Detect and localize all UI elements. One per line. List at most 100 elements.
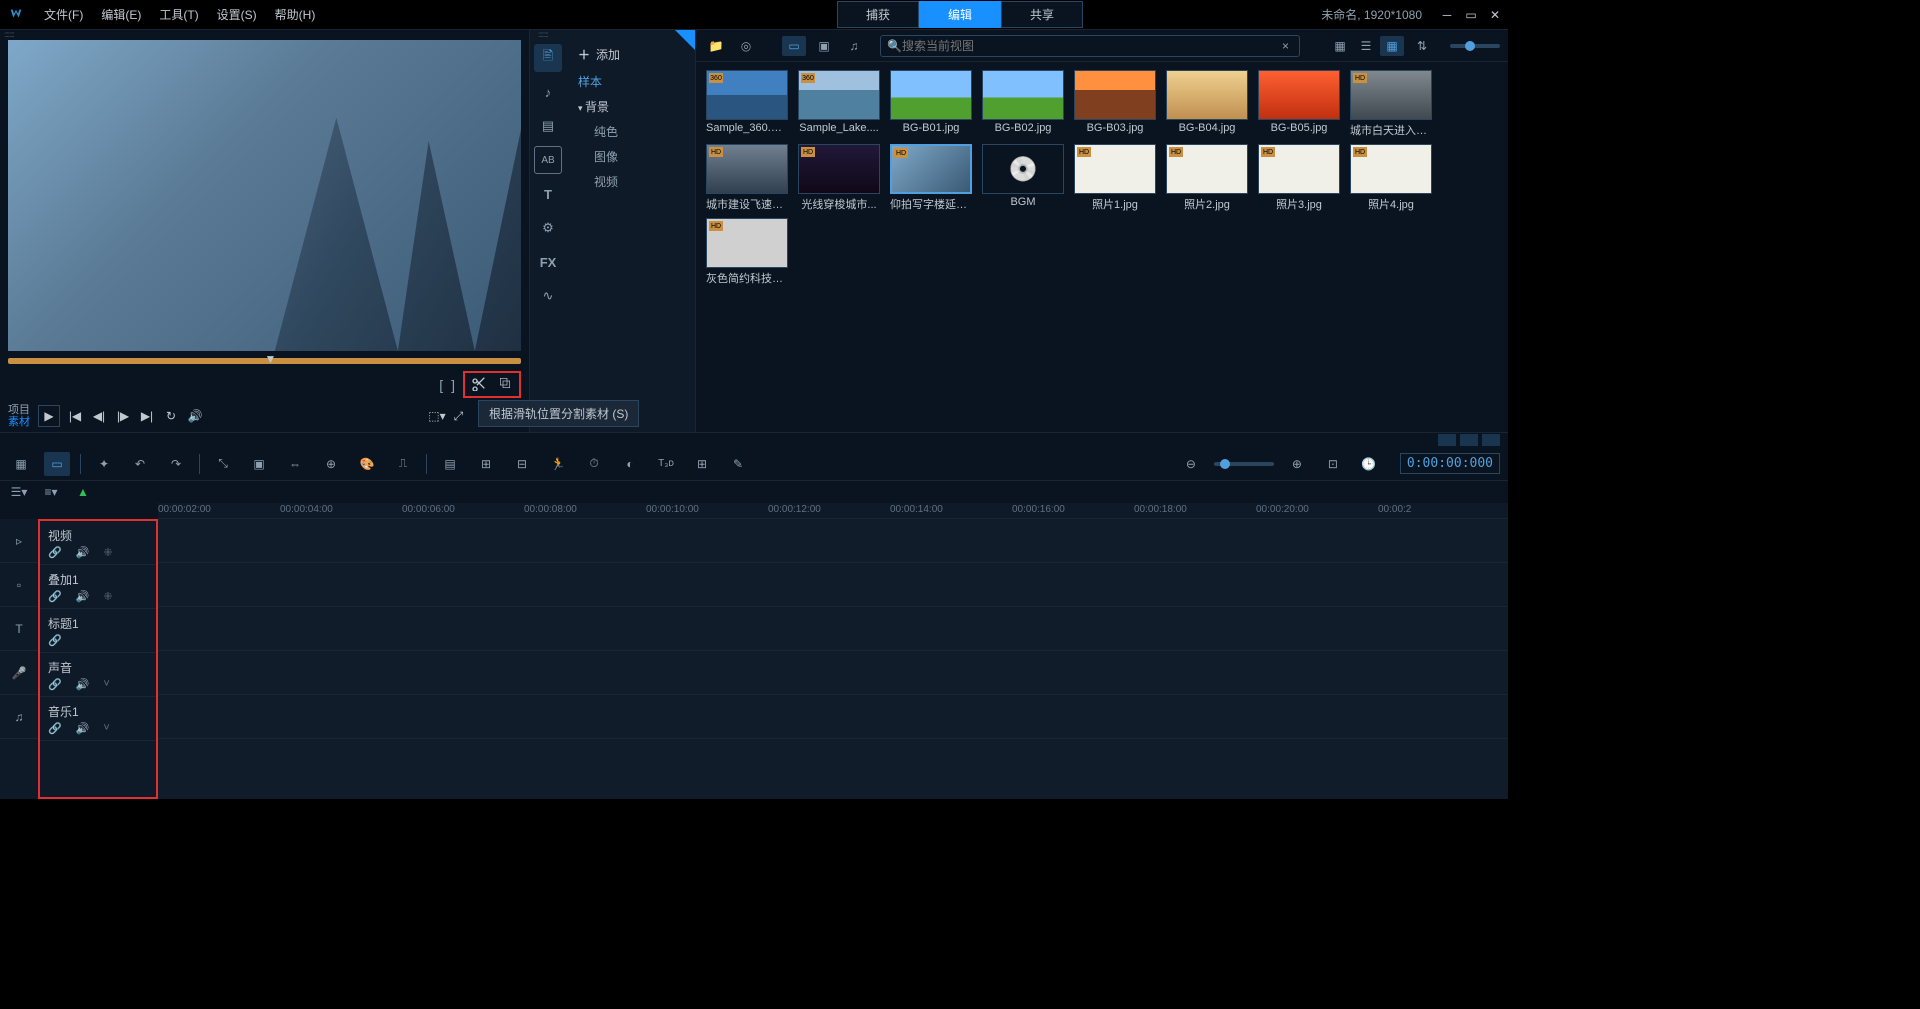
category-media-icon[interactable]: 🖹	[534, 44, 562, 72]
library-thumb[interactable]: 360Sample_360.m...	[704, 70, 790, 138]
scrub-bar[interactable]: ▼	[0, 353, 529, 369]
library-thumb[interactable]: HD光线穿梭城市...	[796, 144, 882, 212]
speed-button[interactable]: ⏱	[581, 452, 607, 476]
pan-zoom-button[interactable]: ⊕	[318, 452, 344, 476]
filter-audio-icon[interactable]: ♫	[842, 36, 866, 56]
copy-attributes-button[interactable]	[497, 375, 513, 394]
record-button[interactable]: ◎	[734, 36, 758, 56]
track-link-icon[interactable]: 🔗	[48, 590, 62, 603]
tree-subitem[interactable]: 纯色	[566, 119, 695, 144]
play-button[interactable]: ▶	[38, 405, 60, 427]
track-expand-icon[interactable]: ˅	[103, 722, 109, 735]
tree-subitem[interactable]: 视频	[566, 169, 695, 194]
track-header[interactable]: 视频🔗🔊⁜	[40, 521, 156, 565]
maximize-button[interactable]: ▭	[1462, 6, 1480, 24]
library-thumb[interactable]: 360Sample_Lake....	[796, 70, 882, 138]
track-mute-icon[interactable]: 🔊	[76, 590, 90, 603]
track-expand-icon[interactable]: ˅	[103, 678, 109, 691]
track-header[interactable]: 声音🔗🔊˅	[40, 653, 156, 697]
category-path-icon[interactable]: ∿	[534, 282, 562, 310]
track-options-button[interactable]: ≡▾	[40, 483, 62, 501]
fit-button[interactable]: ⊡	[1320, 452, 1346, 476]
timer-icon[interactable]: 🕒	[1356, 452, 1382, 476]
track-fx-icon[interactable]: ⁜	[103, 590, 112, 603]
slip-button[interactable]: ⇔	[282, 452, 308, 476]
tree-item[interactable]: 样本	[566, 69, 695, 94]
track-mute-icon[interactable]: 🔊	[76, 546, 90, 559]
next-frame-button[interactable]: |▶	[114, 407, 132, 425]
motion-button[interactable]: 🏃	[545, 452, 571, 476]
track-add-button[interactable]: ▲	[72, 483, 94, 501]
category-text-icon[interactable]: T	[534, 180, 562, 208]
tree-item[interactable]: 背景	[566, 94, 695, 119]
library-thumb[interactable]: HD城市建设飞速崛...	[704, 144, 790, 212]
loop-button[interactable]: ↻	[162, 407, 180, 425]
crop-button[interactable]: ▣	[246, 452, 272, 476]
filter-all-icon[interactable]: ▭	[782, 36, 806, 56]
tracks-canvas[interactable]	[158, 519, 1508, 799]
search-input[interactable]	[902, 39, 1278, 53]
zoom-in-button[interactable]: ⊕	[1284, 452, 1310, 476]
library-thumb[interactable]: HD城市白天进入夜...	[1348, 70, 1434, 138]
category-audio-icon[interactable]: ♪	[534, 78, 562, 106]
undo-button[interactable]: ↶	[127, 452, 153, 476]
playback-mode[interactable]: 项目 素材	[8, 404, 30, 428]
timeline-timecode[interactable]: 0:00:00:000	[1400, 453, 1500, 474]
mark-in-button[interactable]: [	[439, 377, 443, 393]
storyboard-view-button[interactable]: ▦	[8, 452, 34, 476]
panel-layout-button[interactable]	[1438, 434, 1456, 446]
library-thumb[interactable]: HD照片1.jpg	[1072, 144, 1158, 212]
panel-grip[interactable]: ::::::::	[534, 30, 548, 38]
zoom-out-button[interactable]: ⊖	[1178, 452, 1204, 476]
track-type-icon[interactable]: ♫	[0, 695, 38, 739]
track-row[interactable]	[158, 563, 1508, 607]
audio-mixer-button[interactable]: ⎍	[390, 452, 416, 476]
library-thumb[interactable]: HD照片2.jpg	[1164, 144, 1250, 212]
panel-layout-button[interactable]	[1460, 434, 1478, 446]
library-thumb[interactable]: BG-B04.jpg	[1164, 70, 1250, 138]
fullscreen-button[interactable]: ⤢	[454, 409, 464, 424]
go-end-button[interactable]: ▶|	[138, 407, 156, 425]
tree-subitem[interactable]: 图像	[566, 144, 695, 169]
track-header[interactable]: 音乐1🔗🔊˅	[40, 697, 156, 741]
track-header[interactable]: 标题1🔗	[40, 609, 156, 653]
paint-button[interactable]: ✎	[725, 452, 751, 476]
category-fx-icon[interactable]: FX	[534, 248, 562, 276]
thumb-size-slider[interactable]	[1450, 44, 1500, 48]
track-type-icon[interactable]: T	[0, 607, 38, 651]
library-thumb[interactable]: HD仰拍写字楼延时...	[888, 144, 974, 212]
view-grid-icon[interactable]: ▦	[1380, 36, 1404, 56]
panel-grip[interactable]: ::::::::	[0, 30, 529, 38]
workspace-tab[interactable]: 编辑	[919, 1, 1001, 28]
track-link-icon[interactable]: 🔗	[48, 634, 62, 647]
menu-item[interactable]: 文件(F)	[36, 2, 91, 27]
timeline-view-button[interactable]: ▭	[44, 452, 70, 476]
ripple-button[interactable]: ⤡	[210, 452, 236, 476]
view-list-icon[interactable]: ☰	[1354, 36, 1378, 56]
split-screen-button[interactable]: ⊞	[689, 452, 715, 476]
category-settings-icon[interactable]: ⚙	[534, 214, 562, 242]
track-fx-icon[interactable]: ⁜	[103, 546, 112, 559]
search-box[interactable]: 🔍 ×	[880, 35, 1300, 57]
close-button[interactable]: ✕	[1486, 6, 1504, 24]
go-start-button[interactable]: |◀	[66, 407, 84, 425]
menu-item[interactable]: 帮助(H)	[267, 2, 324, 27]
track-link-icon[interactable]: 🔗	[48, 546, 62, 559]
tools-button[interactable]: ✦	[91, 452, 117, 476]
redo-button[interactable]: ↷	[163, 452, 189, 476]
track-row[interactable]	[158, 695, 1508, 739]
menu-item[interactable]: 工具(T)	[151, 2, 206, 27]
volume-button[interactable]: 🔊	[186, 407, 204, 425]
minimize-button[interactable]: ─	[1438, 6, 1456, 24]
filter-photo-icon[interactable]: ▣	[812, 36, 836, 56]
mark-out-button[interactable]: ]	[451, 377, 455, 393]
library-thumb[interactable]: HD灰色简约科技背...	[704, 218, 790, 286]
add-folder-button[interactable]: ＋添加	[566, 40, 695, 69]
preview-viewport[interactable]	[8, 40, 521, 351]
track-link-icon[interactable]: 🔗	[48, 722, 62, 735]
menu-item[interactable]: 设置(S)	[209, 2, 265, 27]
color-button[interactable]: 🎨	[354, 452, 380, 476]
3d-title-button[interactable]: T₃ᴅ	[653, 452, 679, 476]
library-thumb[interactable]: BGM	[980, 144, 1066, 212]
library-thumb[interactable]: BG-B02.jpg	[980, 70, 1066, 138]
